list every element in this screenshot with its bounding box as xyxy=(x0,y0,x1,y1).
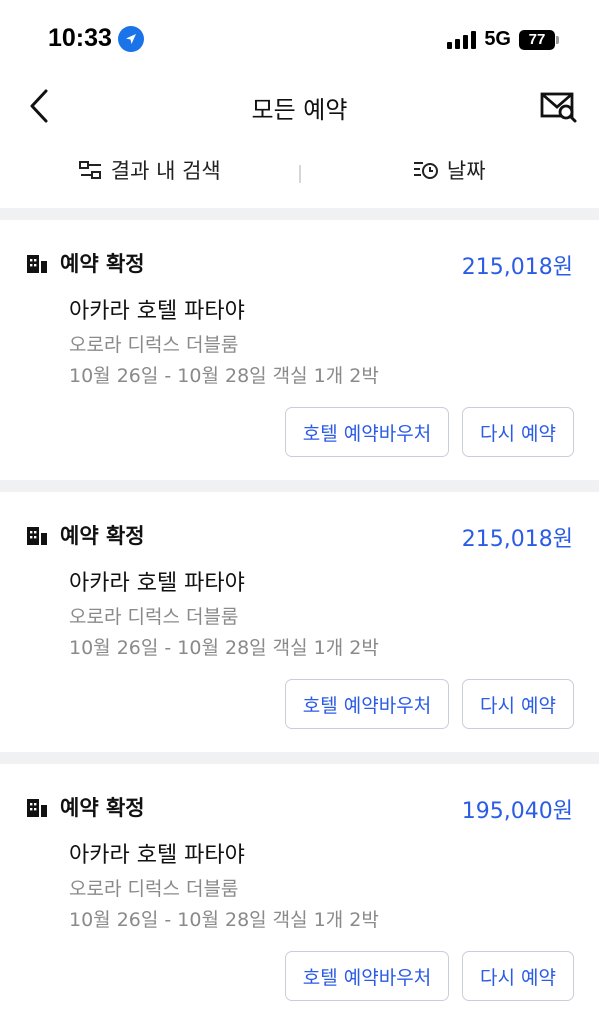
search-in-results-button[interactable]: 결과 내 검색 xyxy=(0,155,300,185)
filter-bar: 결과 내 검색 날짜 xyxy=(0,132,599,208)
status-bar: 10:33 5G 77 xyxy=(0,0,599,80)
network-type: 5G xyxy=(484,28,511,50)
room-type: 오로라 디럭스 더블룸 xyxy=(69,334,239,356)
building-icon xyxy=(27,255,47,273)
section-separator xyxy=(0,752,599,764)
hotel-voucher-button[interactable]: 호텔 예약바우처 xyxy=(285,679,449,729)
filter-list-icon xyxy=(78,161,101,179)
filter-divider xyxy=(299,165,301,183)
room-type: 오로라 디럭스 더블룸 xyxy=(69,606,239,628)
nav-bar: 모든 예약 xyxy=(0,80,599,132)
hotel-name: 아카라 호텔 파타야 xyxy=(69,843,245,868)
page-title: 모든 예약 xyxy=(251,96,348,124)
reservation-card[interactable]: 예약 확정 215,018원 아카라 호텔 파타야 오로라 디럭스 더블룸 10… xyxy=(0,220,599,480)
reservation-status: 예약 확정 xyxy=(26,520,145,550)
date-sort-icon xyxy=(413,162,438,179)
stay-dates: 10월 26일 - 10월 28일 객실 1개 2박 xyxy=(69,637,379,659)
date-filter-button[interactable]: 날짜 xyxy=(300,155,599,185)
rebook-button[interactable]: 다시 예약 xyxy=(462,679,574,729)
reservation-card[interactable]: 예약 확정 195,040원 아카라 호텔 파타야 오로라 디럭스 더블룸 10… xyxy=(0,764,599,1024)
status-indicators: 5G 77 xyxy=(447,28,559,51)
hotel-name: 아카라 호텔 파타야 xyxy=(69,571,245,596)
hotel-name: 아카라 호텔 파타야 xyxy=(69,299,245,324)
section-separator xyxy=(0,208,599,220)
location-arrow-icon xyxy=(117,25,144,52)
reservation-price: 195,040원 xyxy=(461,799,573,824)
building-icon xyxy=(27,799,47,817)
reservation-price: 215,018원 xyxy=(461,255,573,280)
reservation-card[interactable]: 예약 확정 215,018원 아카라 호텔 파타야 오로라 디럭스 더블룸 10… xyxy=(0,492,599,752)
stay-dates: 10월 26일 - 10월 28일 객실 1개 2박 xyxy=(69,365,379,387)
status-time: 10:33 xyxy=(48,24,144,53)
mail-search-icon xyxy=(540,92,577,123)
reservation-status: 예약 확정 xyxy=(26,248,145,278)
clock-text: 10:33 xyxy=(48,24,112,52)
rebook-button[interactable]: 다시 예약 xyxy=(462,951,574,1001)
status-label: 예약 확정 xyxy=(60,796,145,820)
hotel-voucher-button[interactable]: 호텔 예약바우처 xyxy=(285,407,449,457)
building-icon xyxy=(27,527,47,545)
battery-icon: 77 xyxy=(519,29,559,50)
hotel-voucher-button[interactable]: 호텔 예약바우처 xyxy=(285,951,449,1001)
room-type: 오로라 디럭스 더블룸 xyxy=(69,878,239,900)
status-label: 예약 확정 xyxy=(60,252,145,276)
date-filter-label: 날짜 xyxy=(446,159,486,183)
rebook-button[interactable]: 다시 예약 xyxy=(462,407,574,457)
reservation-status: 예약 확정 xyxy=(26,792,145,822)
status-label: 예약 확정 xyxy=(60,524,145,548)
stay-dates: 10월 26일 - 10월 28일 객실 1개 2박 xyxy=(69,909,379,931)
battery-level: 77 xyxy=(519,29,555,50)
signal-icon xyxy=(447,30,477,49)
reservation-price: 215,018원 xyxy=(461,527,573,552)
section-separator xyxy=(0,480,599,492)
mail-search-button[interactable] xyxy=(539,88,579,124)
search-in-results-label: 결과 내 검색 xyxy=(110,159,221,183)
